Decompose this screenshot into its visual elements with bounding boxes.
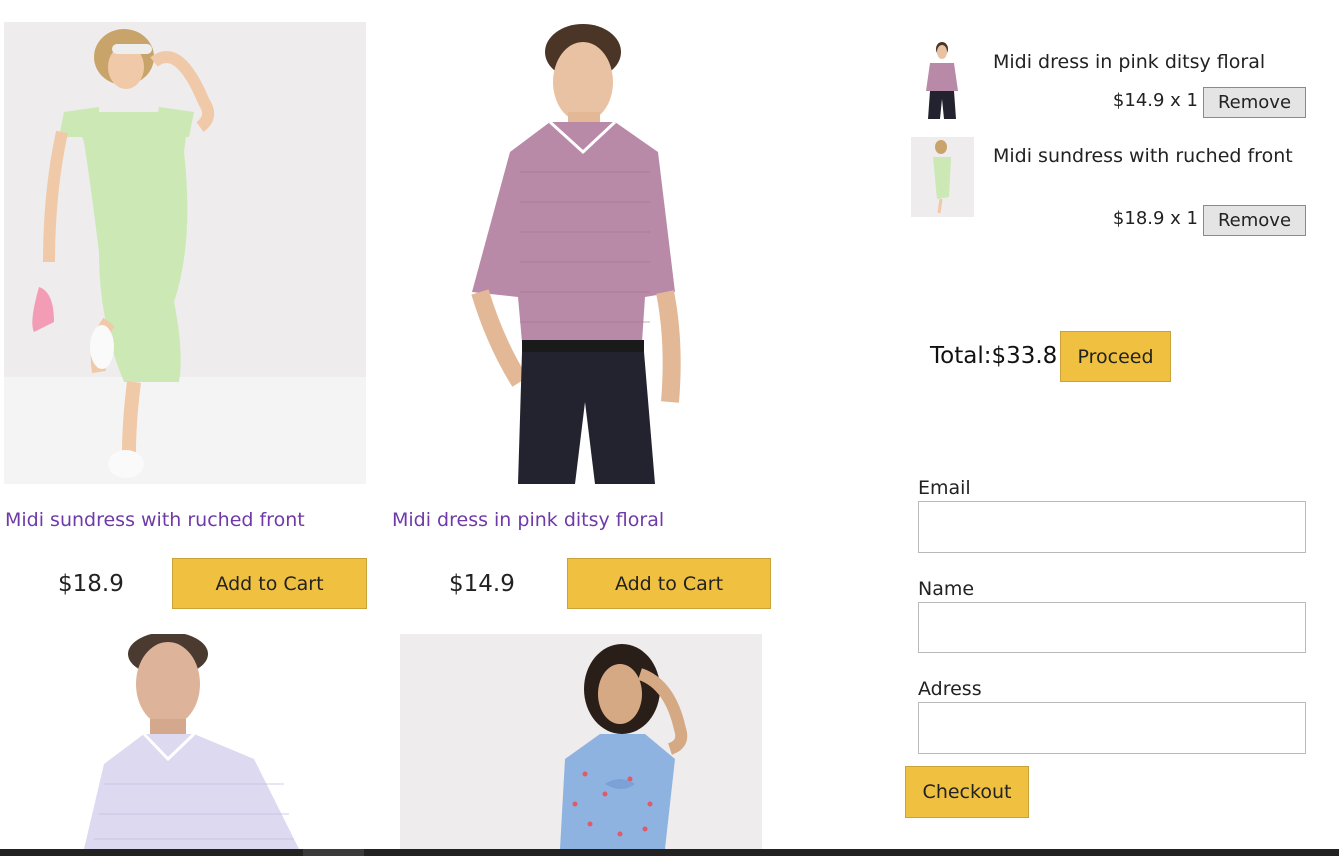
address-field[interactable] bbox=[918, 702, 1306, 754]
proceed-button[interactable]: Proceed bbox=[1060, 331, 1171, 382]
cart-item-price-qty: $14.9 x 1 bbox=[1112, 90, 1198, 111]
remove-button[interactable]: Remove bbox=[1203, 87, 1306, 118]
name-field[interactable] bbox=[918, 602, 1306, 653]
product-image-lavender-shirt bbox=[4, 634, 366, 849]
product-price: $14.9 bbox=[449, 571, 515, 597]
add-to-cart-button[interactable]: Add to Cart bbox=[567, 558, 771, 609]
product-price: $18.9 bbox=[58, 571, 124, 597]
cart-item-thumbnail bbox=[911, 137, 974, 217]
add-to-cart-button[interactable]: Add to Cart bbox=[172, 558, 367, 609]
email-field[interactable] bbox=[918, 501, 1306, 553]
remove-button[interactable]: Remove bbox=[1203, 205, 1306, 236]
email-label: Email bbox=[918, 477, 971, 499]
cart-item-price-qty: $18.9 x 1 bbox=[1112, 208, 1198, 229]
cart-item-name: Midi sundress with ruched front bbox=[993, 145, 1293, 167]
product-image-pink-shirt bbox=[400, 22, 762, 484]
product-title[interactable]: Midi sundress with ruched front bbox=[5, 509, 305, 531]
checkout-button[interactable]: Checkout bbox=[905, 766, 1029, 818]
cart-total: Total:$33.8 bbox=[930, 343, 1058, 369]
product-image-blue-dress bbox=[400, 634, 762, 849]
product-title[interactable]: Midi dress in pink ditsy floral bbox=[392, 509, 664, 531]
horizontal-scrollbar[interactable] bbox=[0, 849, 1339, 856]
address-label: Adress bbox=[918, 678, 982, 700]
scrollbar-thumb[interactable] bbox=[303, 849, 364, 856]
cart-item-thumbnail bbox=[920, 41, 964, 121]
cart-item-name: Midi dress in pink ditsy floral bbox=[993, 51, 1266, 73]
product-image-green-dress bbox=[4, 22, 366, 484]
name-label: Name bbox=[918, 578, 975, 600]
